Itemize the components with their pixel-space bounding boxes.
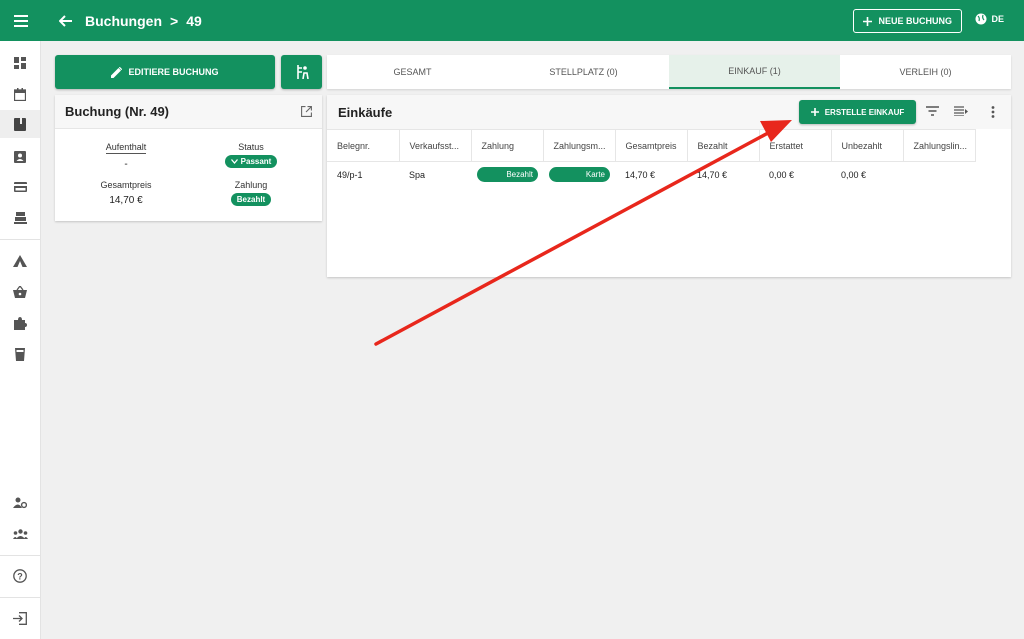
purchases-card-header: Einkäufe ERSTELLE EINKAUF (327, 95, 1011, 129)
booking-title: Buchung (Nr. 49) (65, 104, 170, 119)
purchases-card: Einkäufe ERSTELLE EINKAUF Belegnr. Verka… (327, 95, 1011, 277)
receipt-cell: 49/p-1 (337, 169, 363, 180)
table-row[interactable]: 49/p-1 Spa Bezahlt Karte 14,70 € 14,70 €… (327, 162, 975, 188)
booking-card-header: Buchung (Nr. 49) (55, 95, 322, 129)
pencil-icon (111, 66, 123, 78)
plus-icon (863, 16, 873, 26)
refunded-cell: 0,00 € (769, 169, 795, 180)
globe-icon (975, 13, 987, 25)
payment-field: Zahlung Bezahlt (186, 180, 316, 206)
total-field: Gesamtpreis 14,70 € (61, 180, 191, 206)
column-header[interactable]: Zahlungslin... (903, 129, 976, 162)
columns-icon[interactable] (954, 106, 968, 116)
purchases-title: Einkäufe (338, 104, 393, 120)
status-value: Passant (240, 157, 272, 166)
payment-label: Zahlung (234, 180, 268, 190)
cash-register-icon[interactable] (0, 204, 40, 232)
split-booking-button[interactable] (281, 55, 322, 89)
stay-field: Aufenthalt - (61, 142, 191, 170)
create-purchase-button[interactable]: ERSTELLE EINKAUF (799, 100, 916, 124)
payment-method-cell: Karte (543, 162, 615, 188)
tab-total[interactable]: GESAMT (327, 55, 498, 89)
payment-link-cell (903, 162, 975, 188)
guests-icon[interactable] (0, 142, 40, 170)
column-header[interactable]: Gesamtpreis (615, 129, 688, 162)
logout-icon[interactable] (0, 604, 40, 632)
create-purchase-label: ERSTELLE EINKAUF (824, 107, 905, 117)
tab-pitch[interactable]: STELLPLATZ (0) (498, 55, 669, 89)
column-header[interactable]: Bezahlt (687, 129, 760, 162)
back-arrow-icon[interactable] (59, 13, 75, 29)
table-header-row: Belegnr. Verkaufsst... Zahlung Zahlungsm… (327, 129, 976, 162)
payment-cell: Bezahlt (471, 162, 543, 188)
column-header[interactable]: Erstattet (759, 129, 832, 162)
breadcrumb-parent[interactable]: Buchungen (85, 13, 162, 29)
edit-booking-label: EDITIERE BUCHUNG (128, 67, 219, 77)
camping-icon[interactable] (0, 247, 40, 275)
tab-bar: GESAMT STELLPLATZ (0) EINKAUF (1) VERLEI… (327, 55, 1011, 89)
sidebar: ? (0, 41, 41, 639)
payment-badge: Bezahlt (230, 193, 272, 206)
status-label: Status (238, 142, 264, 152)
tab-rental[interactable]: VERLEIH (0) (840, 55, 1011, 89)
menu-icon[interactable] (0, 0, 41, 41)
paid-cell: 14,70 € (697, 169, 728, 180)
new-booking-label: NEUE BUCHUNG (878, 16, 952, 26)
more-vert-icon[interactable] (991, 106, 995, 118)
total-value: 14,70 € (109, 195, 143, 206)
new-booking-button[interactable]: NEUE BUCHUNG (853, 9, 962, 33)
column-header[interactable]: Belegnr. (327, 129, 400, 162)
filter-icon[interactable] (926, 106, 939, 116)
stay-label: Aufenthalt (105, 142, 147, 154)
column-header[interactable]: Verkaufsst... (399, 129, 472, 162)
language-label: DE (991, 14, 1004, 24)
chevron-down-icon (230, 159, 238, 164)
dashboard-icon[interactable] (0, 49, 40, 77)
payments-icon[interactable] (0, 173, 40, 201)
extensions-icon[interactable] (0, 309, 40, 337)
plus-icon (810, 108, 819, 116)
breadcrumb: Buchungen > 49 (85, 13, 202, 29)
help-icon[interactable]: ? (0, 562, 40, 590)
tab-purchase[interactable]: EINKAUF (1) (669, 55, 840, 89)
stay-value: - (124, 159, 128, 170)
open-external-icon[interactable] (301, 106, 312, 117)
booking-card: Buchung (Nr. 49) Aufenthalt - Status Pas… (55, 95, 322, 221)
column-header[interactable]: Unbezahlt (831, 129, 904, 162)
column-header[interactable]: Zahlungsm... (543, 129, 616, 162)
status-badge[interactable]: Passant (224, 155, 278, 168)
calendar-icon[interactable] (0, 80, 40, 108)
split-booking-icon (296, 65, 309, 79)
total-label: Gesamtpreis (100, 180, 152, 190)
breadcrumb-separator: > (170, 12, 179, 29)
column-header[interactable]: Zahlung (471, 129, 544, 162)
point-of-sale-cell: Spa (409, 169, 426, 180)
svg-text:?: ? (17, 572, 23, 582)
language-switch[interactable]: DE (975, 13, 1004, 25)
status-field: Status Passant (186, 142, 316, 168)
payment-status-pill: Bezahlt (477, 167, 538, 183)
team-icon[interactable] (0, 520, 40, 548)
user-settings-icon[interactable] (0, 489, 40, 517)
breadcrumb-current: 49 (186, 12, 202, 29)
beverage-icon[interactable] (0, 340, 40, 368)
total-cell: 14,70 € (625, 169, 656, 180)
edit-booking-button[interactable]: EDITIERE BUCHUNG (55, 55, 275, 89)
unpaid-cell: 0,00 € (841, 169, 867, 180)
app-header: Buchungen > 49 NEUE BUCHUNG DE (0, 0, 1024, 41)
shop-basket-icon[interactable] (0, 278, 40, 306)
payment-method-pill: Karte (549, 167, 610, 183)
bookings-icon[interactable] (0, 110, 40, 138)
purchases-table: Belegnr. Verkaufsst... Zahlung Zahlungsm… (327, 129, 976, 188)
